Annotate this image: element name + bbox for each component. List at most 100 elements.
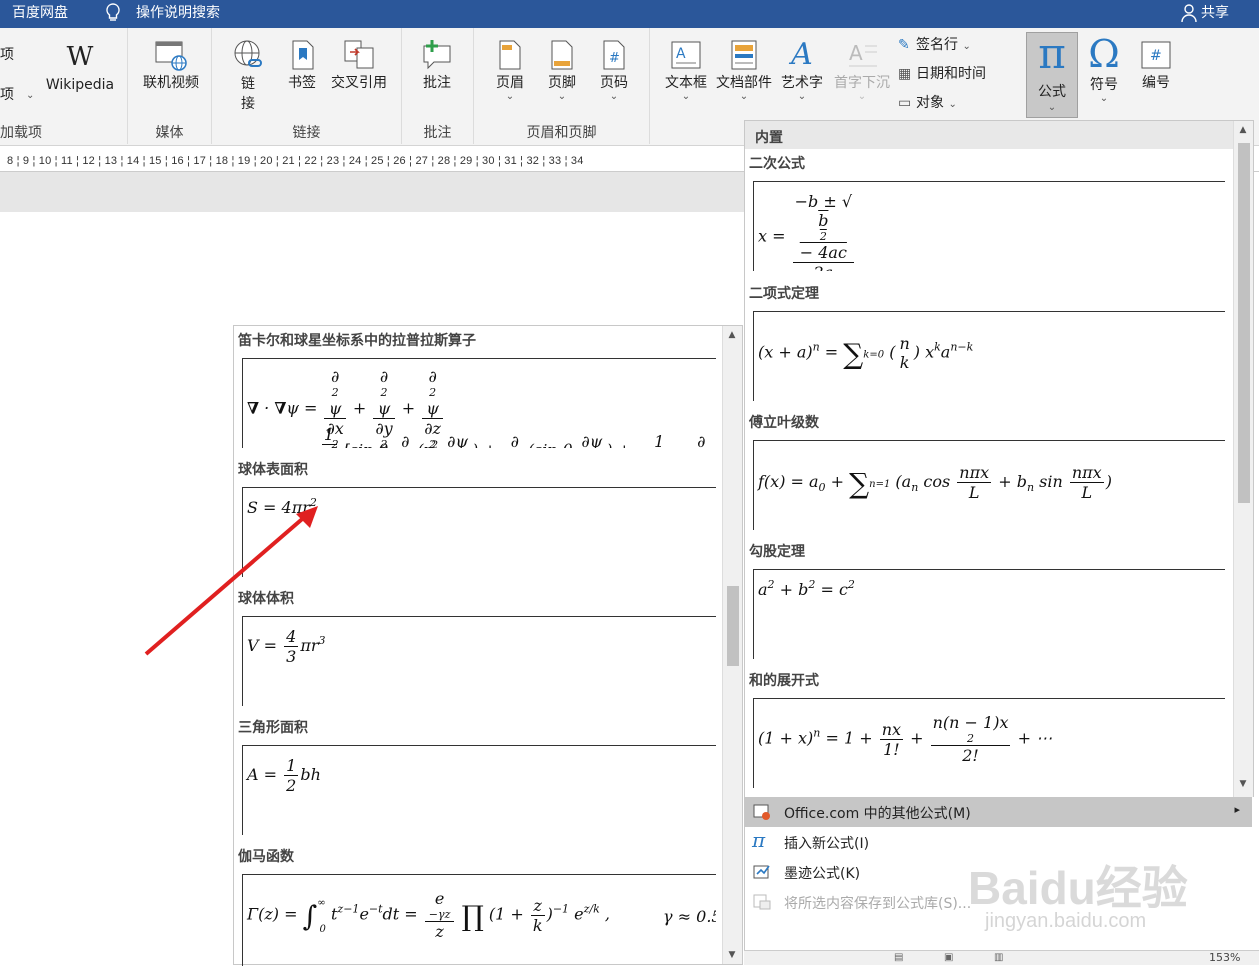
page-number-label: 页码 (600, 75, 628, 91)
equation-gamma[interactable]: Γ(z) = ∫∞0 tz−1e−tdt = e −γz z ∏ (1 + z k)−… (242, 874, 716, 966)
builtin-scrollbar[interactable]: ▲ ▼ (1233, 121, 1253, 797)
addins-item-1[interactable]: 项 (0, 46, 14, 64)
footer-button[interactable]: 页脚 ⌄ (540, 38, 584, 102)
equation-binomial[interactable]: (x + a)n = ∑k=0 (n k) xkan−k (753, 311, 1225, 401)
chevron-down-icon: ⌄ (1099, 93, 1109, 104)
textbox-button[interactable]: A 文本框 ⌄ (660, 38, 712, 102)
baidu-watermark: Baidu经验 (968, 862, 1188, 914)
office-icon (752, 802, 772, 822)
header-footer-group: 页眉 ⌄ 页脚 ⌄ # 页码 ⌄ 页眉和页脚 (474, 28, 650, 144)
omega-icon: Ω (1088, 32, 1120, 76)
cross-reference-icon (342, 38, 376, 72)
object-icon: ▭ (898, 95, 912, 111)
chevron-down-icon: ⌄ (557, 91, 567, 102)
comments-group-label: 批注 (423, 125, 452, 141)
links-group-label: 链接 (292, 125, 321, 141)
header-button[interactable]: 页眉 ⌄ (488, 38, 532, 102)
baidu-netdisk-tab[interactable]: 百度网盘 (12, 2, 68, 22)
numbering-icon: # (1139, 38, 1173, 72)
equation-triangle-area[interactable]: A = 1 2 bh (242, 745, 716, 835)
zoom-level[interactable]: 153% (1209, 951, 1240, 964)
film-globe-icon (154, 38, 188, 72)
comment-label: 批注 (423, 75, 451, 91)
red-arrow-annotation (144, 506, 318, 656)
more-equations-office-menu-item[interactable]: Office.com 中的其他公式(M) ▸ (744, 797, 1252, 827)
chevron-down-icon: ⌄ (857, 91, 867, 102)
scroll-down-icon[interactable]: ▼ (1236, 779, 1250, 789)
online-video-button[interactable]: 联机视频 (136, 38, 206, 92)
new-comment-button[interactable]: 批注 (414, 38, 460, 92)
bookmark-button[interactable]: 书签 (282, 38, 322, 92)
cross-reference-label: 交叉引用 (331, 75, 387, 91)
scroll-up-icon[interactable]: ▲ (1236, 125, 1250, 135)
cross-reference-button[interactable]: 交叉引用 (326, 38, 392, 92)
print-layout-icon[interactable]: ▣ (944, 952, 953, 963)
wordart-button[interactable]: A 艺术字 ⌄ (778, 38, 826, 102)
read-mode-icon[interactable]: ▤ (894, 952, 903, 963)
status-bar: ▤ ▣ ▥ 153% (744, 950, 1259, 965)
person-icon (1180, 3, 1198, 27)
share-button[interactable]: 共享 (1201, 2, 1229, 22)
svg-text:#: # (1150, 48, 1162, 64)
scroll-up-icon[interactable]: ▲ (725, 330, 739, 340)
web-layout-icon[interactable]: ▥ (994, 952, 1003, 963)
equation-button[interactable]: π 公式 ⌄ (1026, 29, 1078, 118)
section-sphere-area: 球体表面积 (238, 462, 308, 478)
svg-text:A: A (676, 46, 686, 62)
globe-link-icon (231, 38, 265, 72)
scroll-thumb[interactable] (1238, 143, 1250, 503)
tell-me-search[interactable]: 操作说明搜索 (136, 2, 220, 22)
media-group: 联机视频 媒体 (128, 28, 212, 144)
datetime-label: 日期和时间 (916, 66, 986, 82)
left-pane-scrollbar[interactable]: ▲ ▼ (722, 326, 742, 964)
wordart-icon: A (791, 37, 813, 72)
addins-item-2[interactable]: 项 (0, 86, 14, 104)
chevron-down-icon: ⌄ (609, 91, 619, 102)
addins-group-label: 加载项 (0, 125, 42, 141)
numbering-button[interactable]: # 编号 (1134, 38, 1178, 92)
symbol-label: 符号 (1090, 77, 1118, 93)
quick-parts-label: 文档部件 (716, 75, 772, 91)
equation-label: 公式 (1038, 84, 1066, 100)
datetime-button[interactable]: ▦ 日期和时间 (898, 65, 1018, 83)
quick-parts-button[interactable]: 文档部件 ⌄ (712, 38, 776, 102)
section-quadratic: 二次公式 (749, 156, 805, 172)
document-background (0, 172, 760, 212)
footer-label: 页脚 (548, 75, 576, 91)
object-label: 对象 (916, 95, 944, 111)
scroll-thumb[interactable] (727, 586, 739, 666)
link-label: 链 接 (241, 76, 255, 112)
wikipedia-button[interactable]: W Wikipedia (40, 40, 120, 94)
wikipedia-label: Wikipedia (45, 77, 115, 93)
textbox-label: 文本框 (665, 75, 707, 91)
comment-plus-icon (420, 38, 454, 72)
builtin-header: 内置 (745, 121, 1233, 149)
section-gamma-function: 伽马函数 (238, 849, 294, 865)
pi-icon: π (1038, 29, 1066, 78)
comments-group: 批注 批注 (402, 28, 474, 144)
more-equations-label: Office.com 中的其他公式(M) (784, 806, 971, 822)
symbol-button[interactable]: Ω 符号 ⌄ (1082, 32, 1126, 104)
equation-pythagorean[interactable]: a2 + b2 = c2 (753, 569, 1225, 659)
header-footer-group-label: 页眉和页脚 (526, 125, 597, 141)
page-number-button[interactable]: # 页码 ⌄ (592, 38, 636, 102)
header-icon (493, 38, 527, 72)
section-laplacian: 笛卡尔和球星坐标系中的拉普拉斯算子 (238, 333, 476, 349)
signature-label: 签名行 (916, 37, 958, 53)
footer-icon (545, 38, 579, 72)
ruler-numbers: 8 ¦ 9 ¦ 10 ¦ 11 ¦ 12 ¦ 13 ¦ 14 ¦ 15 ¦ 16… (7, 155, 584, 167)
object-button[interactable]: ▭ 对象 ⌄ (898, 94, 1008, 114)
signature-line-button[interactable]: ✎ 签名行 ⌄ (898, 36, 1008, 56)
dropcap-button[interactable]: A 首字下沉 ⌄ (830, 38, 894, 102)
equation-fourier[interactable]: f(x) = a0 + ∑n=1 (an cos nπx L + bn sin n… (753, 440, 1225, 530)
equation-sum-expansion[interactable]: (1 + x)n = 1 + nx 1! + n(n − 1)x 2 2! + ⋯ (753, 698, 1225, 788)
signature-icon: ✎ (898, 37, 910, 53)
scroll-down-icon[interactable]: ▼ (725, 950, 739, 960)
title-bar: 百度网盘 操作说明搜索 共享 (0, 0, 1259, 28)
links-group: 链 接 书签 交叉引用 链接 (212, 28, 402, 144)
chevron-down-icon: ⌄ (26, 90, 35, 101)
lightbulb-icon (104, 2, 122, 28)
equation-quadratic[interactable]: x = −b ± √b2 − 4ac2a (753, 181, 1225, 271)
equation-laplacian[interactable]: ∇ · ∇ψ = ∂2ψ∂x2 + ∂2ψ∂y2 + ∂2ψ∂z2 = 1r2 … (242, 358, 716, 448)
link-button[interactable]: 链 接 (226, 38, 270, 114)
